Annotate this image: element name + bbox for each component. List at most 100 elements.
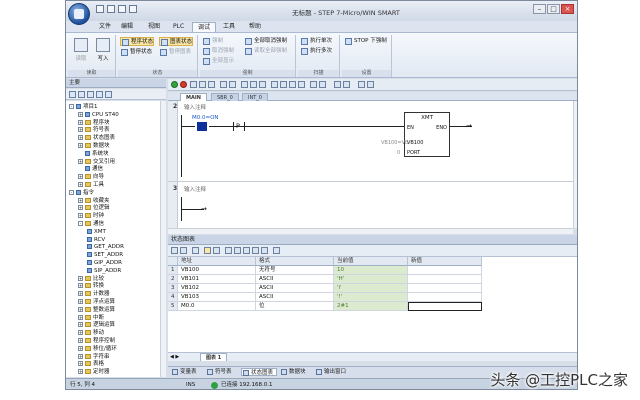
stop-force-button[interactable]: STOP 下强制 — [344, 37, 387, 46]
coil-icon[interactable] — [250, 81, 257, 88]
menu-help[interactable]: 帮助 — [244, 22, 266, 32]
tree-item[interactable]: - 项目1 — [69, 103, 98, 111]
tree-item[interactable]: + CPU ST40 — [78, 111, 119, 119]
single-scan-button[interactable]: 执行单次 — [300, 37, 332, 46]
expand-toggle-icon[interactable]: + — [78, 353, 83, 359]
delete-icon[interactable] — [229, 81, 236, 88]
chart-settings-icon[interactable] — [273, 247, 280, 254]
tree-item[interactable]: + 状态图表 — [78, 134, 115, 142]
menu-file[interactable]: 文件 — [94, 22, 116, 32]
menu-tools[interactable]: 工具 — [218, 22, 240, 32]
tree-item[interactable]: RCV — [87, 236, 105, 244]
box-icon[interactable] — [259, 81, 266, 88]
force-button[interactable]: 强制 — [202, 37, 223, 46]
tree-new-icon[interactable] — [69, 91, 76, 98]
maximize-button[interactable]: □ — [547, 4, 560, 14]
expand-toggle-icon[interactable]: - — [78, 221, 83, 226]
insert-icon[interactable] — [220, 81, 227, 88]
tab-status-chart[interactable]: 状态图表 — [241, 368, 278, 376]
expand-toggle-icon[interactable]: + — [78, 306, 83, 312]
table-cell[interactable]: 无符号 — [256, 266, 334, 275]
tree-item[interactable]: GET_ADDR — [87, 243, 124, 251]
expand-toggle-icon[interactable]: + — [78, 338, 83, 343]
column-header[interactable]: 当前值 — [334, 257, 408, 266]
show-all-button[interactable]: 全部显示 — [202, 57, 234, 66]
line-up-icon[interactable] — [271, 81, 278, 88]
expand-toggle-icon[interactable]: - — [69, 189, 74, 195]
tree-item[interactable]: SET_ADDR — [87, 251, 123, 259]
application-button[interactable] — [68, 3, 90, 25]
expand-toggle-icon[interactable]: + — [78, 314, 83, 320]
expand-toggle-icon[interactable]: + — [78, 345, 83, 351]
column-header[interactable]: 地址 — [178, 257, 256, 266]
tree-item[interactable]: - 指令 — [69, 189, 94, 197]
write-value-icon[interactable] — [225, 247, 232, 254]
expand-toggle-icon[interactable]: + — [78, 119, 83, 125]
table-cell[interactable] — [408, 293, 482, 302]
table-cell[interactable] — [408, 302, 482, 311]
compile-icon[interactable] — [190, 81, 197, 88]
tree-collapse-icon[interactable] — [96, 91, 103, 98]
tree-item[interactable]: + 浮点运算 — [78, 298, 115, 306]
run-icon[interactable] — [171, 81, 178, 88]
table-cell[interactable]: ASCII — [256, 275, 334, 284]
line-right-icon[interactable] — [298, 81, 305, 88]
table-cell[interactable]: VB101 — [178, 275, 256, 284]
tree-item[interactable]: + 移位/循环 — [78, 345, 117, 353]
menu-plc[interactable]: PLC — [168, 22, 189, 32]
editor-horizontal-scrollbar[interactable] — [168, 228, 573, 234]
lock-icon[interactable] — [252, 247, 259, 254]
multi-scan-button[interactable]: 执行多次 — [300, 47, 332, 56]
ladder-editor[interactable]: 2 输入注释 M0.0=ON P XMT EN ENO VB100 PORT V… — [168, 101, 573, 228]
tree-item[interactable]: + 向导 — [78, 173, 104, 181]
sheet-tab[interactable]: 图表 1 — [200, 353, 228, 361]
tree-item[interactable]: +系统块 — [78, 150, 109, 158]
column-header[interactable]: 格式 — [256, 257, 334, 266]
pause-status-button[interactable]: 暂停状态 — [120, 48, 152, 57]
tab-output-window[interactable]: 输出窗口 — [315, 368, 349, 376]
expand-toggle-icon[interactable]: + — [78, 205, 83, 211]
chart-status-toggle-icon[interactable] — [204, 247, 211, 254]
expand-toggle-icon[interactable]: + — [78, 275, 83, 281]
table-cell[interactable] — [408, 266, 482, 275]
save-icon[interactable] — [96, 5, 104, 13]
tree-item[interactable]: +通信 — [78, 165, 103, 173]
contact-icon[interactable] — [241, 81, 248, 88]
tree-item[interactable]: XMT — [87, 228, 106, 236]
table-cell[interactable]: ASCII — [256, 284, 334, 293]
table-cell[interactable]: VB103 — [178, 293, 256, 302]
contact-symbol-icon[interactable] — [195, 122, 209, 131]
editor-vertical-scrollbar[interactable] — [573, 101, 577, 228]
insert-chart-icon[interactable] — [192, 247, 199, 254]
sheet-nav-icon[interactable]: ◀ ▶ — [170, 354, 179, 360]
table-cell[interactable]: M0.0 — [178, 302, 256, 311]
network-comment[interactable]: 输入注释 — [184, 185, 206, 193]
tree-scrollbar[interactable] — [160, 101, 166, 377]
program-status-button[interactable]: 程序状态 — [120, 37, 155, 46]
tree-item[interactable]: GIP_ADDR — [87, 259, 122, 267]
tree-item[interactable]: + 逻辑运算 — [78, 321, 115, 329]
view-icon[interactable] — [358, 81, 365, 88]
expand-toggle-icon[interactable]: + — [78, 322, 83, 328]
tree-item[interactable]: - 通信 — [78, 220, 104, 228]
program-status-toggle-icon[interactable] — [334, 81, 341, 88]
chart-status-button[interactable]: 图表状态 — [159, 37, 194, 46]
tab-symbol-table[interactable]: 符号表 — [206, 368, 235, 376]
tree-item[interactable]: + 表格 — [78, 360, 104, 368]
tree-item[interactable]: + 交叉引用 — [78, 158, 115, 166]
tree-item[interactable]: + 收藏夹 — [78, 197, 110, 205]
menu-view[interactable]: 视图 — [143, 22, 165, 32]
table-cell[interactable]: VB102 — [178, 284, 256, 293]
stop-icon[interactable] — [180, 81, 187, 88]
expand-toggle-icon[interactable]: + — [78, 182, 83, 187]
tree-expand-icon[interactable] — [105, 91, 112, 98]
expand-toggle-icon[interactable]: + — [78, 197, 83, 203]
tree-item[interactable]: + 位逻辑 — [78, 204, 110, 212]
upload-icon[interactable] — [129, 5, 137, 13]
tab-sbr-0[interactable]: SBR_0 — [211, 93, 239, 101]
tree-item[interactable]: + 程序控制 — [78, 337, 115, 345]
tree-item[interactable]: + 整数运算 — [78, 306, 115, 314]
minimize-button[interactable]: – — [533, 4, 546, 14]
line-down-icon[interactable] — [280, 81, 287, 88]
unlock-icon[interactable] — [261, 247, 268, 254]
